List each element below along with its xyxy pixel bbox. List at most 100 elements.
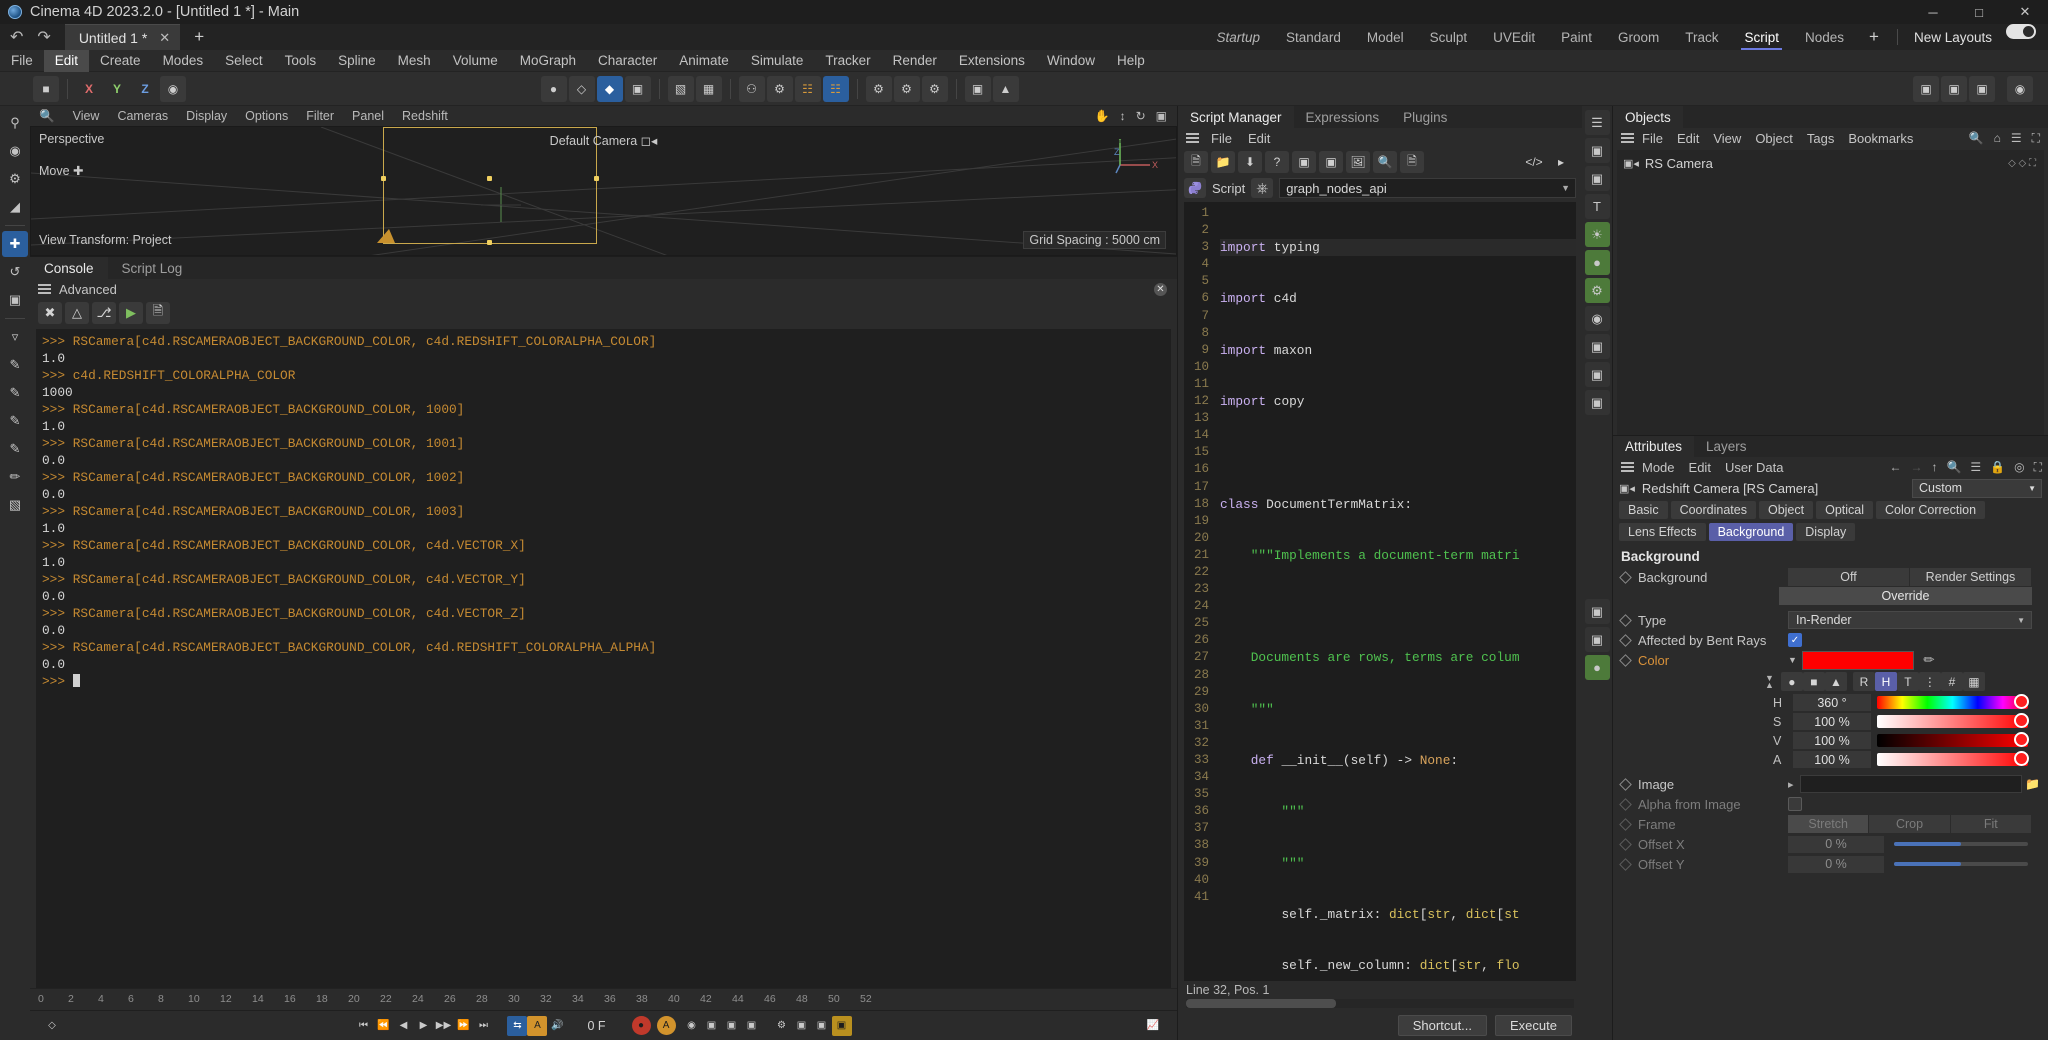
menu-simulate[interactable]: Simulate xyxy=(740,50,815,72)
save-image-icon[interactable]: ▣ xyxy=(1941,75,1967,102)
folder-icon[interactable]: 📁 xyxy=(2025,777,2040,791)
viewport-menu-options[interactable]: Options xyxy=(236,109,297,123)
material-icon[interactable]: ● xyxy=(1584,250,1610,275)
menu-modes[interactable]: Modes xyxy=(152,50,215,72)
help-script-icon[interactable]: ? xyxy=(1265,151,1289,173)
menu-window[interactable]: Window xyxy=(1036,50,1106,72)
layout-tab-track[interactable]: Track xyxy=(1672,24,1731,50)
tab-expressions[interactable]: Expressions xyxy=(1294,106,1392,128)
search-icon[interactable]: 🔍 xyxy=(1946,460,1961,475)
layout-tab-groom[interactable]: Groom xyxy=(1605,24,1672,50)
offset-x-value[interactable]: 0 % xyxy=(1788,835,1884,853)
menu-render[interactable]: Render xyxy=(882,50,948,72)
help-icon[interactable]: ◉ xyxy=(2007,75,2033,102)
layout-tab-startup[interactable]: Startup xyxy=(1204,24,1274,50)
settings-rail-icon[interactable]: ⚙ xyxy=(1584,278,1610,303)
console-mode-label[interactable]: Advanced xyxy=(59,282,117,297)
chip-color-correction[interactable]: Color Correction xyxy=(1876,501,1986,519)
attributes-menu-edit[interactable]: Edit xyxy=(1683,460,1717,475)
color-mode-temperature-button[interactable]: T xyxy=(1896,672,1919,691)
menu-create[interactable]: Create xyxy=(89,50,152,72)
menu-hamburger-icon[interactable] xyxy=(1186,133,1199,143)
rotate-tool-icon[interactable]: ↺ xyxy=(2,259,28,285)
menu-extensions[interactable]: Extensions xyxy=(948,50,1036,72)
slider-knob[interactable] xyxy=(2014,751,2029,766)
channel-value-a[interactable]: 100 % xyxy=(1793,751,1871,768)
menu-mesh[interactable]: Mesh xyxy=(387,50,442,72)
home-icon[interactable]: ⌂ xyxy=(1994,131,2001,146)
prev-frame-button[interactable]: ◀ xyxy=(393,1016,413,1036)
grid-snap-icon[interactable]: ☷ xyxy=(794,75,821,102)
keyframe-mode-button[interactable]: ▣ xyxy=(792,1016,812,1036)
chip-background[interactable]: Background xyxy=(1708,523,1794,541)
objects-menu-file[interactable]: File xyxy=(1636,131,1669,146)
keyframe-diamond-icon[interactable]: ◇ xyxy=(42,1016,62,1036)
next-keyframe-button[interactable]: ⏩ xyxy=(453,1016,473,1036)
keyframe-diamond-icon[interactable] xyxy=(1619,797,1632,811)
viewport-menu-redshift[interactable]: Redshift xyxy=(393,109,457,123)
param-key-button[interactable]: ▣ xyxy=(742,1016,762,1036)
render-settings-icon[interactable]: ⚙ xyxy=(921,75,948,102)
save-script-icon[interactable]: ⬇ xyxy=(1238,151,1262,173)
camera-handle[interactable] xyxy=(487,176,492,181)
undo-toolbar-icon[interactable]: ■ xyxy=(33,75,59,102)
menu-help[interactable]: Help xyxy=(1106,50,1156,72)
object-tree[interactable]: ▣◂ RS Camera ◇ ◇ ⛶ xyxy=(1617,150,2044,435)
target-icon[interactable]: ◎ xyxy=(2014,460,2024,475)
selection-tool-icon[interactable]: ⚲ xyxy=(2,110,28,136)
add-layout-button[interactable]: + xyxy=(1857,24,1891,50)
tab-objects[interactable]: Objects xyxy=(1613,106,1683,128)
add-document-button[interactable]: + xyxy=(180,24,218,50)
axis-y-button[interactable]: Y xyxy=(104,76,130,102)
timeline-ruler[interactable]: 0 2 4 6 8 10 12 14 16 18 20 22 24 26 28 … xyxy=(30,988,1177,1010)
keyframe-diamond-icon[interactable] xyxy=(1619,633,1632,647)
render-queue-icon[interactable]: ▣ xyxy=(1969,75,1995,102)
lock-icon[interactable]: 🔒 xyxy=(1990,460,2005,475)
preset-dropdown[interactable]: Custom ▼ xyxy=(1912,478,2042,498)
keyframe-diamond-icon[interactable] xyxy=(1619,777,1632,791)
sculpt-tool-icon[interactable]: ✎ xyxy=(2,408,28,434)
content-browser-icon[interactable]: ▣ xyxy=(964,75,991,102)
workplane-tool-icon[interactable]: ▧ xyxy=(2,492,28,518)
asset-browser-icon[interactable]: ▲ xyxy=(992,75,1019,102)
color-mode-hex-button[interactable]: # xyxy=(1940,672,1963,691)
menu-mograph[interactable]: MoGraph xyxy=(509,50,587,72)
knife-tool-icon[interactable]: ▿ xyxy=(2,324,28,350)
doc-list-icon[interactable]: 🗎 xyxy=(1400,151,1424,173)
script-menu-edit[interactable]: Edit xyxy=(1244,131,1274,146)
rotate-view-icon[interactable]: ↻ xyxy=(1136,109,1146,123)
viewport-menu-view[interactable]: View xyxy=(64,109,109,123)
redshift-icon[interactable]: ● xyxy=(1584,655,1610,681)
menu-hamburger-icon[interactable] xyxy=(38,284,51,294)
plugin-icon[interactable]: ⎇ xyxy=(92,302,116,324)
layout-tab-sculpt[interactable]: Sculpt xyxy=(1417,24,1481,50)
layout-tab-uvedit[interactable]: UVEdit xyxy=(1480,24,1548,50)
world-coord-icon[interactable]: ◉ xyxy=(160,75,186,102)
shortcut-button[interactable]: Shortcut... xyxy=(1397,1014,1488,1036)
attributes-menu-user-data[interactable]: User Data xyxy=(1719,460,1790,475)
camera-handle[interactable] xyxy=(487,240,492,245)
menu-volume[interactable]: Volume xyxy=(442,50,509,72)
run-icon[interactable]: ▶ xyxy=(119,302,143,324)
new-layouts-label[interactable]: New Layouts xyxy=(1904,24,2002,50)
slider-knob[interactable] xyxy=(2014,732,2029,747)
menu-tools[interactable]: Tools xyxy=(274,50,328,72)
magnet-tool-icon[interactable]: ◢ xyxy=(2,194,28,220)
content-browser-rail-icon[interactable]: ▣ xyxy=(1584,138,1610,163)
settings-tool-icon[interactable]: ⚙ xyxy=(2,166,28,192)
chip-optical[interactable]: Optical xyxy=(1816,501,1874,519)
chevron-right-icon[interactable]: ▸ xyxy=(1788,778,1794,791)
edge-mode-icon[interactable]: ◇ xyxy=(568,75,595,102)
layers-icon[interactable]: ☰ xyxy=(1584,110,1610,135)
polygon-mode-icon[interactable]: ◆ xyxy=(596,75,623,102)
color-mode-rgb-button[interactable]: R xyxy=(1852,672,1875,691)
hair-icon[interactable]: ▣ xyxy=(1584,599,1610,625)
axis-x-button[interactable]: X xyxy=(76,76,102,102)
chip-object[interactable]: Object xyxy=(1758,501,1814,519)
viewport-menu-filter[interactable]: Filter xyxy=(297,109,343,123)
tab-script-manager[interactable]: Script Manager xyxy=(1178,106,1294,128)
maximize-view-icon[interactable]: ▣ xyxy=(1156,109,1167,123)
live-selection-icon[interactable]: ◉ xyxy=(2,138,28,164)
console-toggle-icon[interactable]: ▣ xyxy=(1292,151,1316,173)
layout-tab-script[interactable]: Script xyxy=(1731,24,1792,50)
